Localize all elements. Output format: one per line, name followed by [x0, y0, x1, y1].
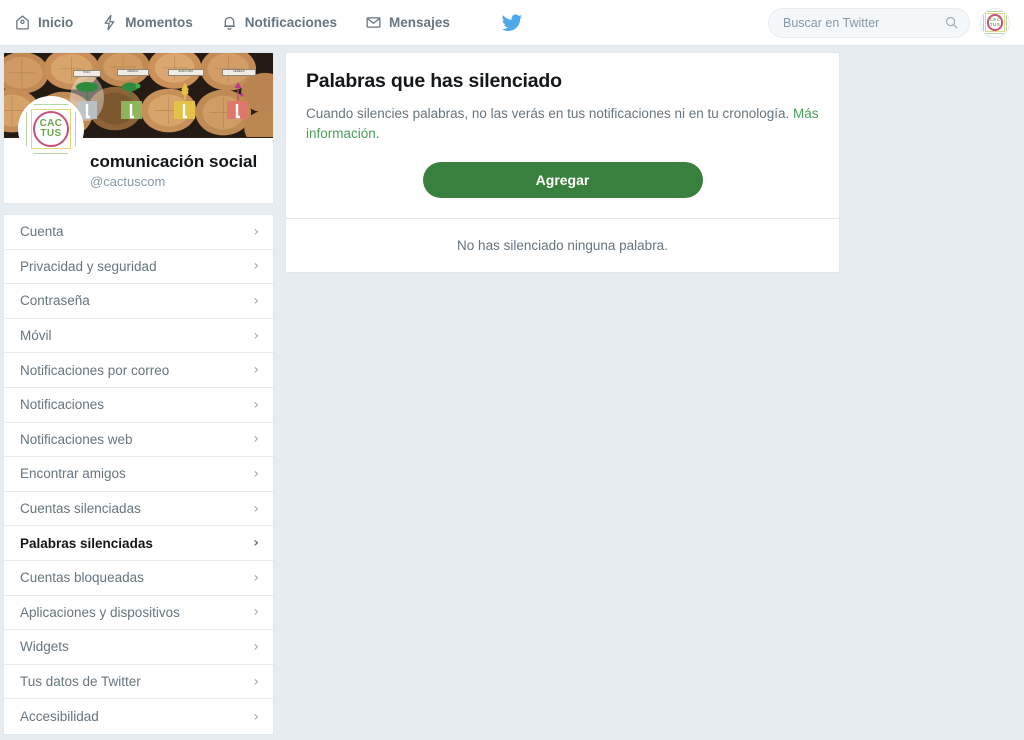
- sidebar-item-label: Cuentas bloqueadas: [20, 570, 144, 586]
- avatar-text-bottom: TUS: [989, 21, 1001, 27]
- chevron-right-icon: ›: [253, 535, 259, 552]
- sidebar-item-label: Tus datos de Twitter: [20, 674, 141, 690]
- chevron-right-icon: ›: [253, 223, 259, 240]
- page-title: Palabras que has silenciado: [306, 70, 562, 92]
- sidebar-item-encontrar-amigos[interactable]: Encontrar amigos ›: [4, 457, 273, 492]
- sidebar-item-movil[interactable]: Móvil ›: [4, 319, 273, 354]
- cover-tag: ENACUMO: [168, 69, 204, 76]
- envelope-icon: [365, 14, 382, 31]
- cover-sprite-green: [115, 75, 149, 121]
- muted-words-header: Palabras que has silenciado Cuando silen…: [286, 53, 839, 218]
- nav-item-label: Inicio: [38, 15, 74, 30]
- chevron-right-icon: ›: [253, 258, 259, 275]
- nav-item-mensajes[interactable]: Mensajes: [365, 14, 450, 31]
- sidebar-item-cuentas-silenciadas[interactable]: Cuentas silenciadas ›: [4, 492, 273, 527]
- chevron-right-icon: ›: [253, 500, 259, 517]
- sidebar-item-palabras-silenciadas[interactable]: Palabras silenciadas ›: [4, 526, 273, 561]
- cover-sprite-yellow: [168, 75, 202, 121]
- chevron-right-icon: ›: [253, 396, 259, 413]
- chevron-right-icon: ›: [253, 638, 259, 655]
- settings-sidebar: PINO ABEDUL ENACUMO CEREZO CAC TUS comun…: [3, 52, 274, 740]
- user-avatar-cactus-icon: CAC TUS: [981, 8, 1009, 37]
- sidebar-item-label: Widgets: [20, 639, 69, 655]
- chevron-right-icon: ›: [253, 604, 259, 621]
- user-avatar-cactus-icon: CAC TUS: [21, 99, 81, 159]
- lightning-icon: [101, 14, 118, 31]
- sidebar-item-tus-datos-de-twitter[interactable]: Tus datos de Twitter ›: [4, 665, 273, 700]
- avatar-text-bottom: TUS: [40, 128, 62, 139]
- description-period: .: [375, 125, 380, 141]
- muted-words-description: Cuando silencies palabras, no las verás …: [306, 104, 819, 143]
- page-body: PINO ABEDUL ENACUMO CEREZO CAC TUS comun…: [0, 46, 1024, 740]
- topbar-right-group: CAC TUS: [768, 7, 1010, 38]
- sidebar-item-label: Notificaciones por correo: [20, 362, 170, 378]
- profile-display-name[interactable]: comunicación social: [90, 152, 261, 172]
- profile-avatar[interactable]: CAC TUS: [18, 96, 84, 162]
- sidebar-item-cuenta[interactable]: Cuenta ›: [4, 215, 273, 250]
- chevron-right-icon: ›: [253, 292, 259, 309]
- main-content: Palabras que has silenciado Cuando silen…: [285, 52, 840, 274]
- sidebar-item-label: Cuenta: [20, 224, 64, 240]
- sidebar-item-label: Aplicaciones y dispositivos: [20, 604, 180, 620]
- empty-state-panel: No has silenciado ninguna palabra.: [285, 219, 840, 274]
- sidebar-item-aplicaciones-y-dispositivos[interactable]: Aplicaciones y dispositivos ›: [4, 596, 273, 631]
- twitter-bird-icon[interactable]: [500, 11, 524, 35]
- top-navigation-bar: Inicio Momentos Notificaciones Mensajes …: [0, 0, 1024, 46]
- sidebar-item-notificaciones-por-correo[interactable]: Notificaciones por correo ›: [4, 353, 273, 388]
- nav-item-momentos[interactable]: Momentos: [101, 14, 193, 31]
- muted-words-panel: Palabras que has silenciado Cuando silen…: [285, 52, 840, 220]
- nav-item-label: Notificaciones: [244, 15, 338, 30]
- chevron-right-icon: ›: [253, 569, 259, 586]
- chevron-right-icon: ›: [253, 431, 259, 448]
- chevron-right-icon: ›: [253, 673, 259, 690]
- chevron-right-icon: ›: [253, 362, 259, 379]
- sidebar-item-label: Palabras silenciadas: [20, 535, 153, 551]
- sidebar-item-widgets[interactable]: Widgets ›: [4, 630, 273, 665]
- nav-item-label: Momentos: [125, 15, 193, 30]
- empty-state-message: No has silenciado ninguna palabra.: [457, 238, 668, 254]
- sidebar-item-label: Cuentas silenciadas: [20, 501, 141, 517]
- primary-nav-links: Inicio Momentos Notificaciones Mensajes: [14, 14, 450, 31]
- sidebar-item-label: Móvil: [20, 328, 52, 344]
- cover-tag: ABEDUL: [117, 69, 149, 76]
- chevron-right-icon: ›: [253, 327, 259, 344]
- sidebar-item-label: Notificaciones web: [20, 431, 133, 447]
- cover-tag: CEREZO: [222, 69, 256, 76]
- nav-item-notificaciones[interactable]: Notificaciones: [221, 14, 337, 31]
- nav-item-label: Mensajes: [389, 15, 450, 30]
- sidebar-item-notificaciones[interactable]: Notificaciones ›: [4, 388, 273, 423]
- sidebar-item-label: Contraseña: [20, 293, 90, 309]
- sidebar-item-label: Encontrar amigos: [20, 466, 126, 482]
- profile-identity-row: CAC TUS comunicación social @cactuscom: [4, 96, 273, 203]
- home-icon: [14, 14, 31, 31]
- sidebar-item-cuentas-bloqueadas[interactable]: Cuentas bloqueadas ›: [4, 561, 273, 596]
- description-text: Cuando silencies palabras, no las verás …: [306, 106, 794, 121]
- profile-handle[interactable]: @cactuscom: [90, 174, 261, 189]
- sidebar-item-notificaciones-web[interactable]: Notificaciones web ›: [4, 423, 273, 458]
- settings-menu-list: Cuenta › Privacidad y seguridad › Contra…: [3, 214, 274, 735]
- sidebar-item-label: Notificaciones: [20, 397, 105, 413]
- search-box[interactable]: [768, 7, 970, 38]
- sidebar-item-label: Privacidad y seguridad: [20, 258, 157, 274]
- search-icon[interactable]: [944, 15, 959, 30]
- chevron-right-icon: ›: [253, 708, 259, 725]
- profile-card: PINO ABEDUL ENACUMO CEREZO CAC TUS comun…: [3, 52, 274, 204]
- sidebar-item-privacidad-y-seguridad[interactable]: Privacidad y seguridad ›: [4, 250, 273, 285]
- sidebar-item-accesibilidad[interactable]: Accesibilidad ›: [4, 699, 273, 734]
- avatar[interactable]: CAC TUS: [980, 7, 1010, 38]
- cover-sprite-red: [221, 75, 255, 121]
- add-button[interactable]: Agregar: [422, 162, 703, 199]
- search-input[interactable]: [783, 15, 944, 30]
- bell-icon: [221, 14, 238, 31]
- sidebar-item-label: Accesibilidad: [20, 709, 99, 725]
- sidebar-item-contrasena[interactable]: Contraseña ›: [4, 284, 273, 319]
- nav-item-inicio[interactable]: Inicio: [14, 14, 73, 31]
- cover-tag: PINO: [73, 70, 101, 77]
- chevron-right-icon: ›: [253, 465, 259, 482]
